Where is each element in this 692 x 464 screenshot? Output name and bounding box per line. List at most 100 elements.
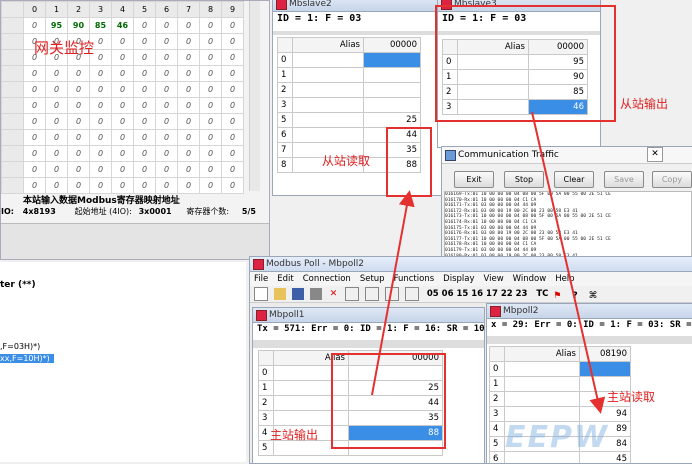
grid-cell[interactable]: 0 bbox=[112, 130, 134, 146]
grid-cell[interactable]: 0 bbox=[200, 130, 222, 146]
grid-cell[interactable]: 0 bbox=[222, 66, 244, 82]
grid-cell[interactable]: 0 bbox=[178, 82, 200, 98]
alias-cell[interactable] bbox=[293, 68, 364, 83]
grid-cell[interactable]: 0 bbox=[90, 66, 112, 82]
grid-cell[interactable]: 0 bbox=[156, 18, 178, 34]
alias-cell[interactable] bbox=[293, 113, 364, 128]
grid-cell[interactable]: 0 bbox=[156, 66, 178, 82]
tc-button[interactable]: TC bbox=[536, 289, 548, 299]
grid-cell[interactable]: 0 bbox=[178, 98, 200, 114]
mbslave2-titlebar[interactable]: Mbslave2 bbox=[273, 0, 441, 12]
grid-cell[interactable]: 0 bbox=[24, 146, 46, 162]
grid-cell[interactable]: 0 bbox=[200, 178, 222, 194]
grid-cell[interactable]: 0 bbox=[156, 82, 178, 98]
grid-cell[interactable]: 0 bbox=[46, 146, 68, 162]
table-row[interactable]: 0 bbox=[490, 362, 631, 377]
grid-cell[interactable]: 90 bbox=[68, 18, 90, 34]
grid-cell[interactable]: 0 bbox=[178, 18, 200, 34]
help-icon[interactable]: ? bbox=[569, 288, 581, 300]
grid-cell[interactable]: 0 bbox=[68, 146, 90, 162]
grid-cell[interactable]: 0 bbox=[68, 114, 90, 130]
grid-cell[interactable]: 0 bbox=[156, 98, 178, 114]
grid-cell[interactable]: 0 bbox=[222, 50, 244, 66]
grid-cell[interactable]: 0 bbox=[134, 50, 156, 66]
grid-cell[interactable]: 0 bbox=[178, 130, 200, 146]
grid-cell[interactable]: 0 bbox=[156, 162, 178, 178]
grid-cell[interactable]: 0 bbox=[112, 98, 134, 114]
grid-cell[interactable]: 0 bbox=[46, 178, 68, 194]
grid-cell[interactable]: 0 bbox=[112, 162, 134, 178]
grid-cell[interactable]: 0 bbox=[178, 34, 200, 50]
list-icon[interactable] bbox=[365, 287, 379, 301]
grid-cell[interactable]: 0 bbox=[24, 66, 46, 82]
grid-cell[interactable]: 0 bbox=[134, 114, 156, 130]
open-icon[interactable] bbox=[274, 288, 286, 300]
save-icon[interactable] bbox=[292, 288, 304, 300]
grid-cell[interactable]: 0 bbox=[200, 18, 222, 34]
grid-cell[interactable]: 0 bbox=[90, 162, 112, 178]
grid-cell[interactable]: 0 bbox=[90, 130, 112, 146]
mbpoll1-titlebar[interactable]: Mbpoll1 bbox=[253, 308, 484, 323]
flag-icon[interactable]: ⚑ bbox=[551, 288, 563, 300]
grid-cell[interactable]: 0 bbox=[24, 178, 46, 194]
value-cell[interactable] bbox=[580, 362, 631, 377]
grid-cell[interactable]: 0 bbox=[24, 82, 46, 98]
grid-cell[interactable]: 0 bbox=[178, 50, 200, 66]
grid-cell[interactable]: 0 bbox=[90, 178, 112, 194]
exit-button[interactable]: Exit bbox=[454, 171, 494, 188]
grid-cell[interactable]: 0 bbox=[156, 146, 178, 162]
menu-item-connection[interactable]: Connection bbox=[303, 274, 351, 284]
grid-cell[interactable]: 0 bbox=[200, 34, 222, 50]
grid-cell[interactable]: 0 bbox=[68, 98, 90, 114]
grid-cell[interactable]: 0 bbox=[134, 162, 156, 178]
grid-cell[interactable]: 0 bbox=[200, 82, 222, 98]
table-row[interactable]: 2 bbox=[278, 83, 421, 98]
grid-cell[interactable]: 0 bbox=[178, 178, 200, 194]
mbpoll2-titlebar[interactable]: Mbpoll2 bbox=[487, 304, 692, 319]
grid-cell[interactable]: 0 bbox=[90, 114, 112, 130]
alias-cell[interactable] bbox=[505, 392, 580, 407]
grid-cell[interactable]: 0 bbox=[156, 178, 178, 194]
close-icon[interactable]: ✕ bbox=[647, 147, 663, 162]
grid-cell[interactable]: 0 bbox=[156, 50, 178, 66]
grid-cell[interactable]: 0 bbox=[134, 66, 156, 82]
grid-cell[interactable]: 0 bbox=[134, 98, 156, 114]
table-row[interactable]: 525 bbox=[278, 113, 421, 128]
grid-cell[interactable]: 0 bbox=[134, 82, 156, 98]
value-cell[interactable] bbox=[364, 53, 421, 68]
grid-cell[interactable]: 0 bbox=[46, 66, 68, 82]
new-icon[interactable] bbox=[254, 287, 268, 301]
table-row[interactable]: 1 bbox=[278, 68, 421, 83]
grid-cell[interactable]: 0 bbox=[222, 130, 244, 146]
grid-cell[interactable]: 0 bbox=[68, 178, 90, 194]
grid-cell[interactable]: 0 bbox=[222, 98, 244, 114]
grid-cell[interactable]: 0 bbox=[222, 114, 244, 130]
grid-cell[interactable]: 0 bbox=[134, 34, 156, 50]
value-cell[interactable] bbox=[364, 68, 421, 83]
grid-cell[interactable]: 0 bbox=[222, 178, 244, 194]
grid-cell[interactable]: 0 bbox=[90, 146, 112, 162]
save-button[interactable]: Save bbox=[604, 171, 644, 188]
grid-cell[interactable]: 0 bbox=[112, 66, 134, 82]
grid-cell[interactable]: 0 bbox=[24, 98, 46, 114]
grid-cell[interactable]: 0 bbox=[112, 50, 134, 66]
grid-cell[interactable]: 0 bbox=[200, 66, 222, 82]
grid-cell[interactable]: 0 bbox=[200, 98, 222, 114]
menu-item-display[interactable]: Display bbox=[443, 274, 474, 284]
grid-cell[interactable]: 0 bbox=[112, 146, 134, 162]
traffic-log[interactable]: 016169-Tx:01 10 00 00 00 04 08 00 5F 00 … bbox=[444, 191, 692, 260]
grid-cell[interactable]: 0 bbox=[200, 114, 222, 130]
grid-cell[interactable]: 0 bbox=[222, 18, 244, 34]
copy-button[interactable]: Copy bbox=[652, 171, 692, 188]
grid-cell[interactable]: 0 bbox=[222, 146, 244, 162]
table-row[interactable]: 3 bbox=[278, 98, 421, 113]
grid-cell[interactable]: 0 bbox=[200, 146, 222, 162]
window-icon[interactable] bbox=[345, 287, 359, 301]
modbus-poll-titlebar[interactable]: Modbus Poll - Mbpoll2 bbox=[250, 257, 692, 272]
alias-cell[interactable] bbox=[505, 377, 580, 392]
grid-cell[interactable]: 0 bbox=[134, 18, 156, 34]
about-icon[interactable]: ⌘ bbox=[587, 288, 599, 300]
grid-cell[interactable]: 0 bbox=[46, 162, 68, 178]
menu-item-view[interactable]: View bbox=[484, 274, 504, 284]
grid-cell[interactable]: 0 bbox=[222, 82, 244, 98]
